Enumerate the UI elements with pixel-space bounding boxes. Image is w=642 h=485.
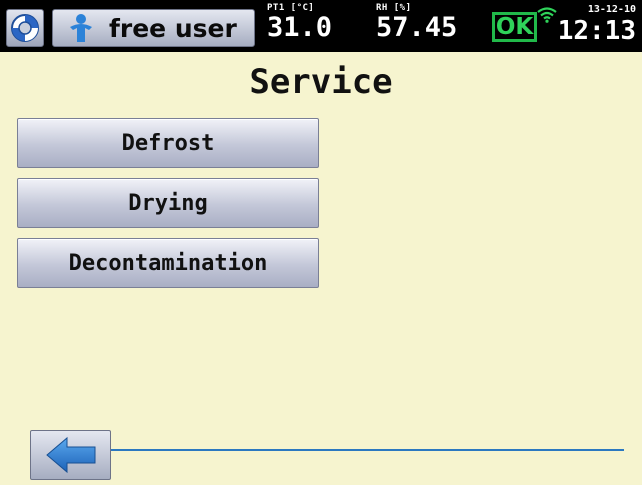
pt1-readout: PT1 [°C] 31.0 <box>267 3 332 43</box>
back-button[interactable] <box>30 430 111 480</box>
user-name: free user <box>109 13 237 43</box>
defrost-button[interactable]: Defrost <box>17 118 319 168</box>
drying-button[interactable]: Drying <box>17 178 319 228</box>
wifi-icon <box>537 7 557 23</box>
lifebuoy-icon <box>11 14 39 42</box>
datetime: 13-12-10 12:13 <box>558 4 636 46</box>
page-title: Service <box>249 62 393 102</box>
rh-readout: RH [%] 57.45 <box>376 3 457 43</box>
decontamination-button[interactable]: Decontamination <box>17 238 319 288</box>
rh-value: 57.45 <box>376 12 458 43</box>
bottom-divider <box>111 449 624 451</box>
user-button[interactable]: free user <box>52 9 255 47</box>
date-text: 13-12-10 <box>587 4 636 15</box>
status-bar: free user PT1 [°C] 31.0 RH [%] 57.45 OK … <box>0 0 642 52</box>
pt1-value: 31.0 <box>267 12 333 43</box>
help-button[interactable] <box>6 9 44 47</box>
person-icon <box>70 14 92 42</box>
time-text: 12:13 <box>557 16 636 46</box>
arrow-left-icon <box>45 436 95 474</box>
status-badge[interactable]: OK <box>492 12 537 42</box>
